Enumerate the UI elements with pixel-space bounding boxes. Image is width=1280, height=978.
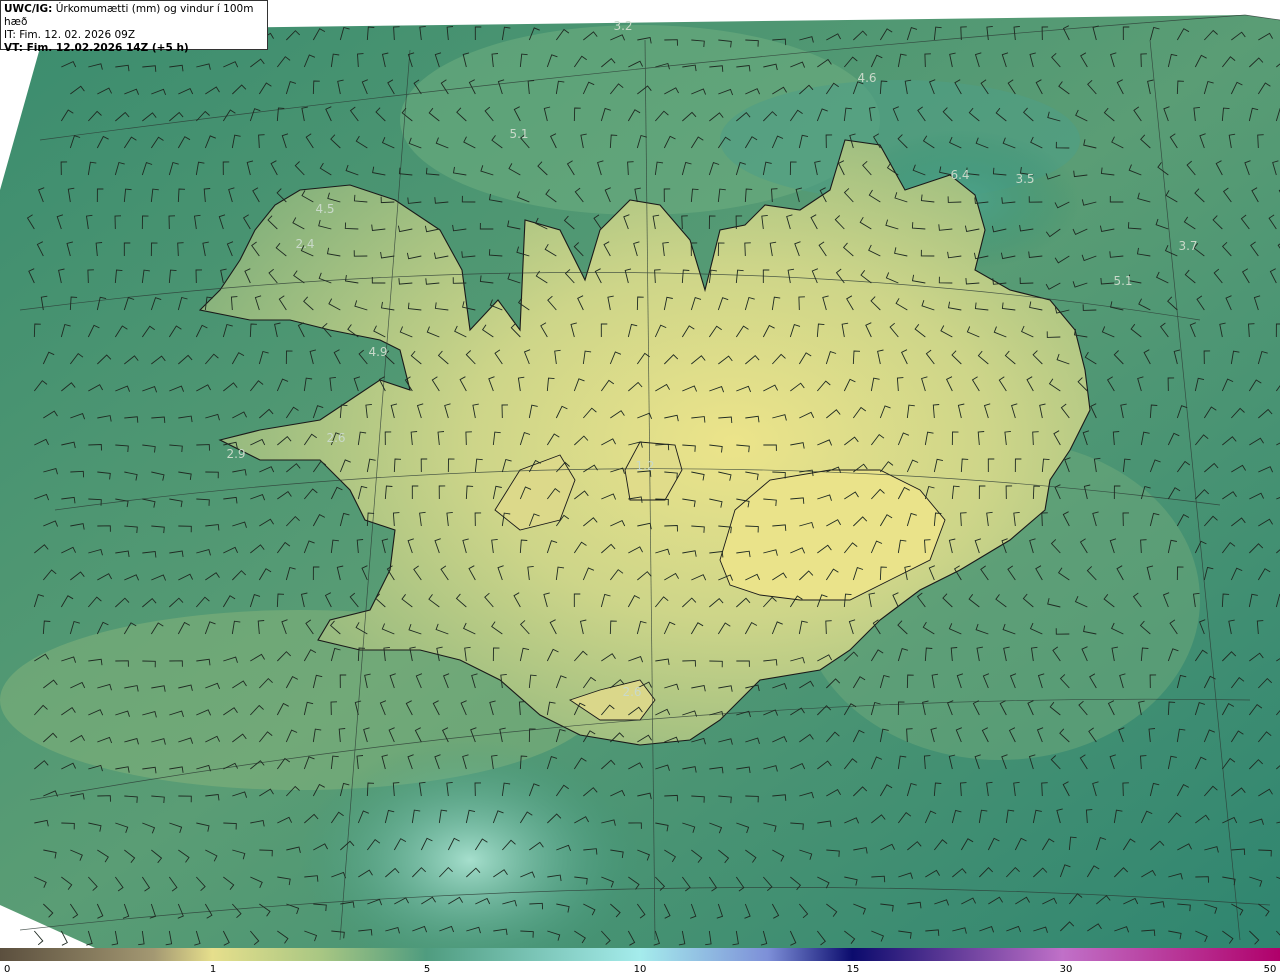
precip-value-label: 5.1 <box>1113 274 1132 288</box>
precip-value-label: 6.4 <box>950 168 969 182</box>
colorbar-tick-10: 10 <box>633 964 647 975</box>
precip-value-label: 1.2 <box>635 459 654 473</box>
colorbar-tick-0: 0 <box>4 964 11 975</box>
colorbar-tick-30: 30 <box>1059 964 1073 975</box>
colorbar-tick-15: 15 <box>846 964 860 975</box>
precipitation-map: 3.2 4.6 5.1 6.4 3.5 4.5 2.4 3.7 5.1 4.9 2.6 2.9 1.2 2… <box>0 0 1280 948</box>
precip-value-label: 4.5 <box>315 202 334 216</box>
valid-time: VT: Fim. 12.02.2026 14Z (+5 h) <box>4 42 189 54</box>
precip-value-label: 3.2 <box>613 19 632 33</box>
precip-value-label: 2.9 <box>226 447 245 461</box>
map-header: UWC/IG: Úrkomumætti (mm) og vindur í 100… <box>0 0 268 54</box>
precip-value-label: 2.4 <box>295 237 314 251</box>
precip-value-label: 2.6 <box>622 685 641 699</box>
colorbar-tick-1: 1 <box>209 964 217 975</box>
model-name: UWC/IG: <box>4 3 53 15</box>
colorbar <box>0 948 1280 961</box>
colorbar-tick-5: 5 <box>423 964 431 975</box>
precip-value-label: 5.1 <box>509 127 528 141</box>
precip-value-label: 4.9 <box>368 345 387 359</box>
precip-value-label: 4.6 <box>857 71 876 85</box>
init-time: IT: Fim. 12. 02. 2026 09Z <box>4 29 136 41</box>
precip-value-label: 3.5 <box>1015 172 1034 186</box>
precip-value-label: 2.6 <box>326 431 345 445</box>
precip-value-label: 3.7 <box>1178 239 1197 253</box>
colorbar-tick-50: 50 <box>1263 964 1277 975</box>
colorbar-labels: 0 1 5 10 15 30 50 <box>0 962 1280 978</box>
